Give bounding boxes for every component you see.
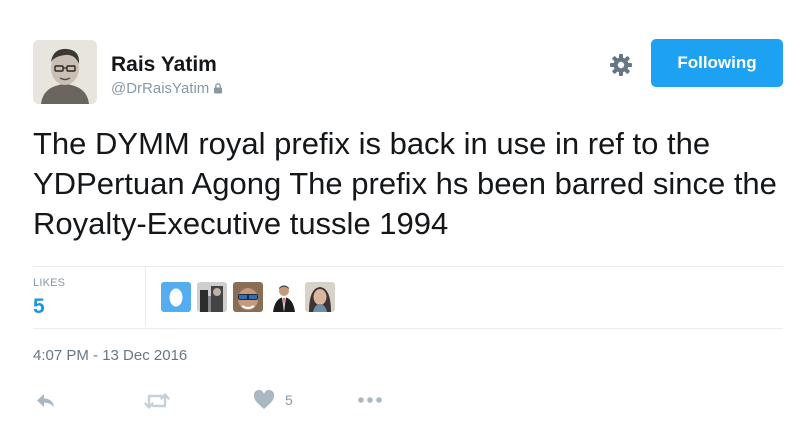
like-button[interactable]: 5 [253,390,293,410]
retweet-button[interactable] [143,390,171,412]
more-button[interactable] [357,396,383,404]
author-avatar[interactable] [33,40,97,104]
tweet-timestamp[interactable]: 4:07 PM - 13 Dec 2016 [33,347,187,364]
liker-avatar[interactable] [161,282,191,312]
likers-avatars [161,282,335,312]
lock-icon [214,83,223,94]
more-icon [358,397,382,403]
heart-icon [253,390,275,409]
gear-icon[interactable] [608,52,634,78]
retweet-icon [144,393,170,409]
liker-avatar[interactable] [233,282,263,312]
liker-avatar[interactable] [305,282,335,312]
author-handle[interactable]: @DrRaisYatim [111,80,209,97]
tweet-text: The DYMM royal prefix is back in use in … [33,126,777,241]
reply-icon [37,394,54,407]
following-button[interactable]: Following [651,39,783,87]
likes-label[interactable]: LIKES [33,277,65,289]
reply-button[interactable] [35,390,57,412]
likes-count[interactable]: 5 [33,295,45,319]
like-count: 5 [285,392,293,408]
action-bar: 5 [0,390,800,414]
divider [33,328,783,329]
author-name[interactable]: Rais Yatim [111,53,217,77]
liker-avatar[interactable] [269,282,299,312]
author-handle-row: @DrRaisYatim [111,80,223,97]
liker-avatar[interactable] [197,282,227,312]
stats-separator [145,267,146,327]
